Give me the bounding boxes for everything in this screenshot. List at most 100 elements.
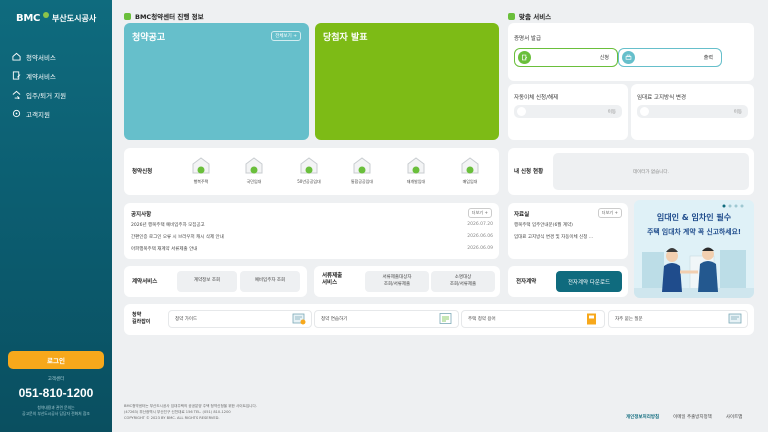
notice-row[interactable]: 2026년 행복주택 예비입주자 모집공고 2026.07.20: [131, 222, 493, 228]
apply-item-integrated[interactable]: 통합공공임대: [340, 154, 384, 185]
customer-center-note: 청약내용과 관련 문의는 공고문의 부산도시공사 담당자 전화처 참조: [4, 405, 108, 417]
custom-service-title: 맞춤 서비스: [508, 11, 551, 21]
house-icon: [300, 157, 318, 174]
clarification-button[interactable]: 소명대상 조회/서류제출: [431, 271, 495, 292]
announcement-title: 청약공고: [132, 33, 166, 43]
nav-item-support[interactable]: 고객지원: [12, 104, 66, 123]
waitlist-button[interactable]: 예비입주자 조회: [240, 271, 300, 292]
apply-item-50yr[interactable]: 50년공공임대: [287, 154, 331, 185]
guide-item-label: 청약 연습하기: [321, 317, 348, 322]
apply-item-happy-house[interactable]: 행복주택: [179, 154, 223, 185]
nav-item-contract[interactable]: 계약서비스: [12, 66, 66, 85]
apply-icon: [518, 51, 531, 64]
archive-more-button[interactable]: 더보기 +: [597, 208, 622, 218]
my-status-title: 내 신청 현황: [514, 169, 544, 175]
announcement-tile[interactable]: 청약공고 전체보기 +: [124, 23, 309, 140]
my-status-empty: 데이터가 없습니다.: [553, 153, 749, 190]
certificate-print-button[interactable]: 출력: [618, 48, 722, 67]
guidebook-icon: [292, 313, 306, 325]
headset-icon: [12, 109, 21, 118]
move-label: 이동: [607, 109, 616, 115]
docs-btn-line: 조회/서류제출: [383, 281, 411, 287]
contract-info-button[interactable]: 계약정보 조회: [177, 271, 237, 292]
progress-section-title: BMC청약센터 진행 정보: [124, 11, 204, 21]
house-icon: [461, 157, 479, 174]
logo[interactable]: BMC 부산도시공사: [16, 10, 96, 26]
print-label: 출력: [703, 55, 713, 61]
apply-item-purchase[interactable]: 매입임대: [448, 154, 492, 185]
guide-item-faq[interactable]: 자주 묻는 질문: [608, 310, 748, 328]
customer-center-label: 고객센터: [47, 377, 65, 382]
apply-item-label: 50년공공임대: [297, 179, 321, 184]
house-icon: [245, 157, 263, 174]
sitemap-link[interactable]: 사이트맵: [726, 414, 743, 420]
guide-item-label: 주택 청약 용어: [468, 317, 496, 322]
archive-row[interactable]: 행복주택 입주안내문(6월 계약): [514, 222, 626, 228]
certificate-title: 증명서 발급: [514, 36, 542, 42]
circle-icon: [640, 107, 649, 116]
apply-item-label: 국민임대: [246, 179, 262, 184]
apply-card: 청약신청 행복주택 국민임대 50년공공임대 통합공공임대 재개발임대 매입임대: [124, 148, 499, 195]
lease-notice-title: 임대료 고지방식 변경: [637, 95, 687, 101]
my-status-card: 내 신청 현황 데이터가 없습니다.: [508, 148, 754, 195]
footer-line: COPYRIGHT © 2023 BY BMC. ALL RIGHTS RESE…: [124, 415, 220, 420]
lease-notice-card: 임대료 고지방식 변경 이동: [631, 84, 754, 140]
apply-item-national[interactable]: 국민임대: [232, 154, 276, 185]
section-title-text: BMC청약센터 진행 정보: [135, 13, 204, 21]
notice-title: 공지사항: [131, 212, 152, 218]
promo-banner[interactable]: 임대인 & 임차인 필수 주택 임대차 계약 꼭 신고하세요!: [634, 200, 754, 298]
document-edit-icon: [12, 71, 21, 80]
notice-date: 2026.06.06: [467, 234, 493, 239]
nav-item-subscription[interactable]: 청약서비스: [12, 47, 66, 66]
footer-links: 개인정보처리방침 이메일 추출방지정책 사이트맵: [626, 414, 742, 420]
guide-title-line: 길라잡이: [132, 318, 151, 325]
customer-center-phone: 051-810-1200: [18, 386, 94, 400]
nav-label: 고객지원: [26, 110, 50, 119]
practice-icon: [439, 313, 452, 324]
notice-more-button[interactable]: 더보기 +: [467, 208, 492, 218]
docs-btn-line: 조회/서류제출: [449, 281, 477, 287]
notice-text: 2026년 행복주택 예비입주자 모집공고: [131, 223, 205, 228]
guide-item-practice[interactable]: 청약 연습하기: [314, 310, 459, 328]
archive-row[interactable]: 임대료 고지방식 변경 및 자동이체 신청 ...: [514, 234, 626, 240]
apply-item-redevelop[interactable]: 재개발임대: [394, 154, 438, 185]
guide-item-terms[interactable]: 주택 청약 용어: [461, 310, 605, 328]
logo-dot-icon: [43, 12, 50, 18]
apply-item-label: 매입임대: [462, 179, 478, 184]
notice-text: 간편인증 로그인 오류 시 브라우저 캐시 삭제 안내: [131, 235, 224, 240]
logo-text: 부산도시공사: [52, 13, 97, 23]
docs-submit-button[interactable]: 서류제출대상자 조회/서류제출: [365, 271, 429, 292]
e-contract-download-button[interactable]: 전자계약 다운로드: [556, 271, 622, 292]
move-icon: [12, 90, 21, 99]
email-policy-link[interactable]: 이메일 추출방지정책: [673, 414, 712, 420]
nav-label: 청약서비스: [26, 53, 56, 62]
privacy-link[interactable]: 개인정보처리방침: [626, 414, 659, 420]
guide-item-label: 자주 묻는 질문: [615, 317, 643, 322]
view-all-button[interactable]: 전체보기 +: [271, 31, 301, 41]
banner-line-2: 주택 임대차 계약 꼭 신고하세요!: [647, 228, 741, 236]
nav-item-move[interactable]: 입주/퇴거 지원: [12, 85, 66, 104]
lease-notice-move-button[interactable]: 이동: [637, 105, 748, 118]
notice-row[interactable]: 아파행복주택 재계약 서류제출 안내 2026.06.09: [131, 246, 493, 252]
auto-transfer-move-button[interactable]: 이동: [514, 105, 622, 118]
faq-icon: [728, 313, 742, 324]
notice-text: 아파행복주택 재계약 서류제출 안내: [131, 247, 198, 252]
notice-row[interactable]: 간편인증 로그인 오류 시 브라우저 캐시 삭제 안내 2026.06.06: [131, 234, 493, 240]
banner-line-1: 임대인 & 임차인 필수: [656, 213, 732, 222]
certificate-apply-button[interactable]: 신청: [514, 48, 618, 67]
winners-title: 당첨자 발표: [323, 33, 368, 43]
docs-title: 서류제출 서비스: [322, 273, 342, 287]
winners-tile[interactable]: 당첨자 발표: [315, 23, 499, 140]
apply-title: 청약신청: [132, 169, 153, 175]
guide-item-label: 청약 가이드: [175, 317, 198, 322]
house-icon: [407, 157, 425, 174]
auto-transfer-card: 자동이체 신청/해제 이동: [508, 84, 628, 140]
guide-item-subscription-guide[interactable]: 청약 가이드: [168, 310, 312, 328]
login-button[interactable]: 로그인: [8, 351, 104, 369]
docs-card: 서류제출 서비스 서류제출대상자 조회/서류제출 소명대상 조회/서류제출: [314, 266, 500, 297]
house-icon: [353, 157, 371, 174]
e-contract-title: 전자계약: [516, 279, 537, 285]
footer-info: BMC청약센터는 부산도시공사 임대주택의 공공분양 주택 청약신청을 위한 사…: [124, 404, 504, 421]
sidebar: BMC 부산도시공사 청약서비스 계약서비스 입주/퇴거 지원 고객지원 로그인…: [0, 0, 112, 432]
home-icon: [12, 52, 21, 61]
